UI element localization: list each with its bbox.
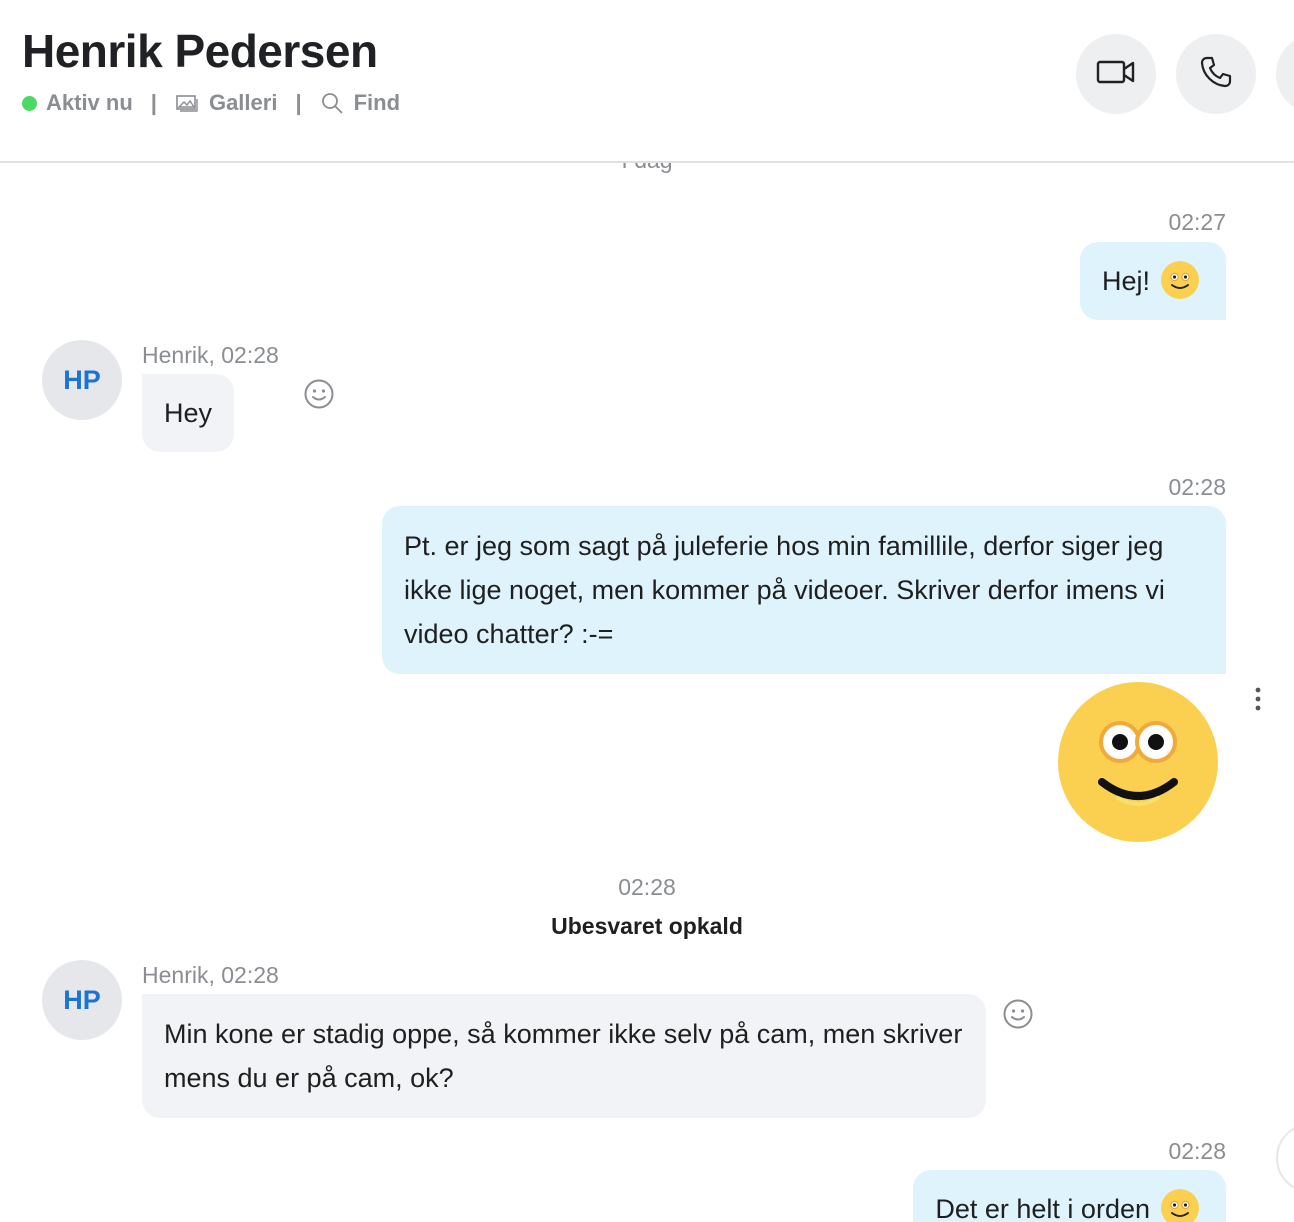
contact-subbar: Aktiv nu | Galleri | Find — [22, 90, 400, 116]
message-timestamp: 02:27 — [1168, 209, 1226, 235]
day-divider: I dag — [0, 163, 1294, 174]
message-text: Hey — [164, 398, 213, 428]
find-label: Find — [353, 90, 401, 115]
sender-meta: Henrik, 02:28 — [142, 962, 279, 988]
add-reaction-button[interactable] — [303, 378, 335, 410]
grinning-face-emoji-icon — [1058, 682, 1218, 846]
scroll-to-bottom-button[interactable] — [1276, 1123, 1294, 1193]
video-call-icon — [1096, 58, 1136, 91]
smile-emoji-icon — [1160, 1188, 1200, 1222]
message-text: Pt. er jeg som sagt på juleferie hos min… — [404, 531, 1165, 649]
contact-name[interactable]: Henrik Pedersen — [22, 24, 378, 78]
video-call-button[interactable] — [1076, 34, 1156, 114]
gallery-label: Galleri — [208, 90, 278, 115]
outgoing-message[interactable]: Hej! — [1079, 242, 1226, 320]
message-list[interactable]: I dag 02:27 Hej! HP Henrik, 02:28 Hey 02… — [0, 163, 1294, 1222]
separator: | — [150, 90, 157, 115]
smile-emoji-icon — [1160, 260, 1200, 300]
avatar[interactable]: HP — [42, 960, 122, 1040]
audio-call-button[interactable] — [1176, 34, 1256, 114]
add-participant-button[interactable] — [1276, 34, 1294, 114]
more-vertical-icon — [1252, 687, 1264, 716]
emoji-reaction-icon — [1002, 999, 1034, 1034]
incoming-message[interactable]: Hey — [142, 374, 235, 452]
message-timestamp: 02:28 — [1168, 1138, 1226, 1164]
emoji-reaction-icon — [303, 379, 335, 414]
event-timestamp: 02:28 — [618, 874, 676, 900]
separator: | — [295, 90, 302, 115]
online-status-dot — [22, 95, 37, 111]
avatar[interactable]: HP — [42, 340, 122, 420]
add-reaction-button[interactable] — [1002, 998, 1034, 1030]
outgoing-message[interactable]: Det er helt i orden — [913, 1170, 1226, 1222]
message-text: Hej! — [1101, 266, 1150, 296]
sender-meta: Henrik, 02:28 — [142, 342, 279, 368]
missed-call-event[interactable]: Ubesvaret opkald — [0, 913, 1294, 940]
find-link[interactable]: Find — [320, 90, 400, 116]
gallery-icon — [175, 92, 199, 114]
large-emoji-message[interactable] — [1058, 682, 1218, 842]
status-text: Aktiv nu — [46, 90, 133, 115]
message-text: Min kone er stadig oppe, så kommer ikke … — [164, 1019, 963, 1093]
gallery-link[interactable]: Galleri — [175, 90, 277, 116]
incoming-message[interactable]: Min kone er stadig oppe, så kommer ikke … — [142, 994, 986, 1118]
outgoing-message[interactable]: Pt. er jeg som sagt på juleferie hos min… — [382, 506, 1226, 674]
message-options-button[interactable] — [1252, 686, 1264, 712]
chat-header: Henrik Pedersen Aktiv nu | Galleri | Fin… — [0, 0, 1294, 163]
audio-call-icon — [1199, 55, 1233, 94]
message-text: Det er helt i orden — [935, 1194, 1150, 1222]
search-icon — [320, 92, 344, 114]
message-timestamp: 02:28 — [1168, 474, 1226, 500]
